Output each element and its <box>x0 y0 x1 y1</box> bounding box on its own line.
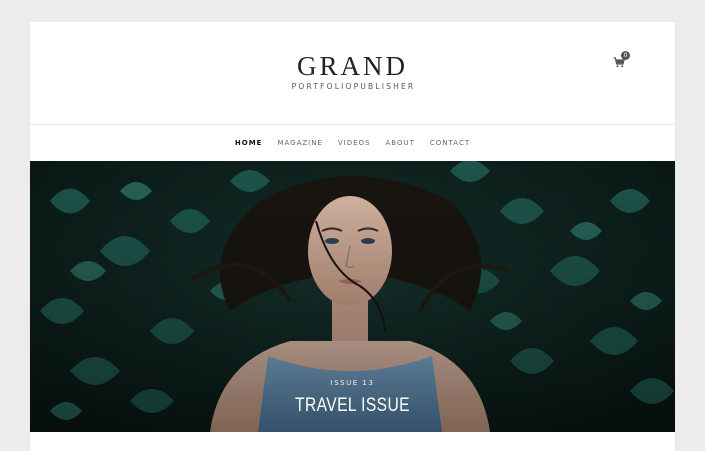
cart-button[interactable]: 0 <box>613 51 633 73</box>
nav-item-about[interactable]: ABOUT <box>386 139 415 147</box>
cart-count-badge: 0 <box>621 51 630 60</box>
page-card: GRAND PORTFOLIOPUBLISHER 0 HOME MAGAZINE… <box>30 22 675 451</box>
site-logo[interactable]: GRAND PORTFOLIOPUBLISHER <box>30 52 675 91</box>
hero-title[interactable]: TRAVEL ISSUE <box>88 395 617 417</box>
main-nav: HOME MAGAZINE VIDEOS ABOUT CONTACT <box>30 125 675 162</box>
logo-title: GRAND <box>296 51 408 81</box>
hero-banner[interactable]: ISSUE 13 TRAVEL ISSUE <box>30 161 675 432</box>
nav-item-home[interactable]: HOME <box>235 139 263 147</box>
hero-caption: ISSUE 13 TRAVEL ISSUE <box>30 379 675 417</box>
site-header: GRAND PORTFOLIOPUBLISHER 0 <box>30 22 675 125</box>
hero-issue-label: ISSUE 13 <box>330 379 375 387</box>
nav-item-contact[interactable]: CONTACT <box>430 139 470 147</box>
logo-subtitle: PORTFOLIOPUBLISHER <box>291 82 416 91</box>
nav-item-magazine[interactable]: MAGAZINE <box>277 139 322 147</box>
nav-item-videos[interactable]: VIDEOS <box>338 139 371 147</box>
